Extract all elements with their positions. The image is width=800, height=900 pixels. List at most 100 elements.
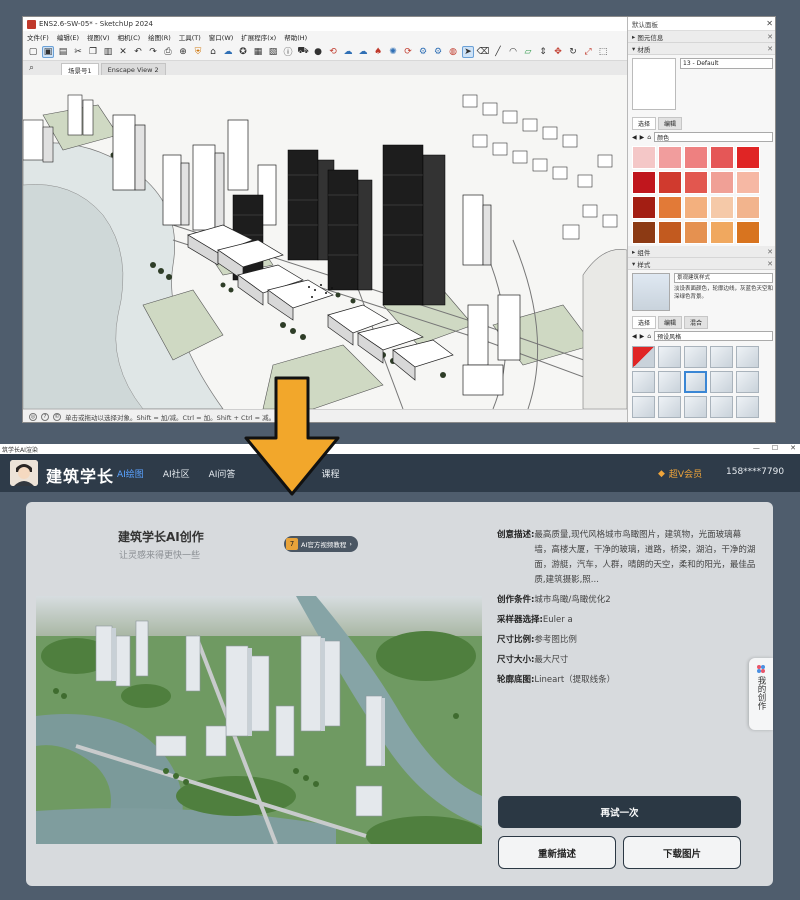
scene-tab-enscape-view[interactable]: Enscape View 2 xyxy=(100,63,166,75)
entity-info-section[interactable]: ▸ 图元信息 ✕ xyxy=(628,31,775,43)
color-swatch[interactable] xyxy=(736,146,760,169)
color-swatch[interactable] xyxy=(736,171,760,194)
account-icon[interactable]: ● xyxy=(312,46,324,58)
tray-close-icon[interactable]: ✕ xyxy=(766,19,773,28)
style-thumb[interactable] xyxy=(736,396,759,418)
material-name-field[interactable]: 13 - Default xyxy=(680,58,773,69)
style-thumb[interactable] xyxy=(710,396,733,418)
menu-tools[interactable]: 工具(T) xyxy=(179,32,201,42)
style-thumb[interactable] xyxy=(684,346,707,368)
menu-window[interactable]: 窗口(W) xyxy=(209,32,234,42)
cut-icon[interactable]: ✂ xyxy=(72,46,84,58)
eraser-tool-icon[interactable]: ⌫ xyxy=(477,46,490,58)
cloud-upload-icon[interactable]: ☁ xyxy=(222,46,234,58)
new-file-icon[interactable]: ▢ xyxy=(27,46,39,58)
nav-ai-qa[interactable]: AI问答 xyxy=(209,467,236,480)
model-viewport[interactable] xyxy=(23,75,627,409)
line-tool-icon[interactable]: ╱ xyxy=(492,46,504,58)
maximize-icon[interactable]: ☐ xyxy=(772,444,778,452)
close-icon[interactable]: ✕ xyxy=(767,248,773,256)
copy-icon[interactable]: ❐ xyxy=(87,46,99,58)
credits-icon[interactable]: © xyxy=(53,413,61,421)
nav-ai-drawing[interactable]: AI绘图 xyxy=(117,467,144,480)
close-icon[interactable]: ✕ xyxy=(767,260,773,268)
tab-select[interactable]: 选择 xyxy=(632,117,657,130)
checker-icon[interactable]: ▦ xyxy=(252,46,264,58)
scene-tab-1[interactable]: 场景号1 xyxy=(61,63,99,75)
redescribe-button[interactable]: 重新描述 xyxy=(498,836,616,869)
close-icon[interactable]: ✕ xyxy=(767,33,773,41)
materials-section[interactable]: ▾ 材质 ✕ xyxy=(628,43,775,55)
menu-file[interactable]: 文件(F) xyxy=(27,32,49,42)
color-swatch[interactable] xyxy=(632,196,656,219)
color-swatch[interactable] xyxy=(684,146,708,169)
add-location-icon[interactable]: ⊕ xyxy=(177,46,189,58)
retry-button[interactable]: 再试一次 xyxy=(498,796,741,828)
color-swatch[interactable] xyxy=(736,221,760,244)
info-icon[interactable]: ⓘ xyxy=(282,46,294,58)
nav-ai-community[interactable]: AI社区 xyxy=(163,467,190,480)
menu-help[interactable]: 帮助(H) xyxy=(284,32,307,42)
enscape-asset-icon[interactable]: ♠ xyxy=(372,46,384,58)
print-icon[interactable]: ⎙ xyxy=(162,46,174,58)
vip-badge[interactable]: ◆ 超V会员 xyxy=(658,467,702,481)
color-swatch[interactable] xyxy=(658,146,682,169)
styles-section[interactable]: ▾ 样式 ✕ xyxy=(628,258,775,270)
forward-icon[interactable]: ▶ xyxy=(640,333,645,340)
style-thumb[interactable] xyxy=(710,346,733,368)
style-thumb[interactable] xyxy=(632,371,655,393)
style-thumb[interactable] xyxy=(658,396,681,418)
offset-tool-icon[interactable]: ⬚ xyxy=(597,46,609,58)
cart-icon[interactable]: ⛟ xyxy=(297,46,309,58)
forward-icon[interactable]: ▶ xyxy=(640,134,645,141)
warehouse-icon[interactable]: ⌂ xyxy=(207,46,219,58)
select-tool-icon[interactable]: ➤ xyxy=(462,45,474,58)
minimize-icon[interactable]: — xyxy=(753,444,760,452)
enscape-cloud-icon[interactable]: ☁ xyxy=(342,46,354,58)
style-thumb-selected[interactable] xyxy=(684,371,707,393)
color-swatch[interactable] xyxy=(710,171,734,194)
close-icon[interactable]: ✕ xyxy=(767,45,773,53)
enscape-logo-icon[interactable]: ◍ xyxy=(447,46,459,58)
style-thumb[interactable] xyxy=(632,346,655,368)
enscape-view-icon[interactable]: ⚙ xyxy=(432,46,444,58)
tab-style-select[interactable]: 选择 xyxy=(632,316,657,329)
color-swatch[interactable] xyxy=(632,171,656,194)
my-creations-tab[interactable]: 我的创作 xyxy=(749,658,773,730)
arc-tool-icon[interactable]: ◠ xyxy=(507,46,519,58)
menu-edit[interactable]: 编辑(E) xyxy=(57,32,79,42)
style-thumb[interactable] xyxy=(684,396,707,418)
style-thumb[interactable] xyxy=(632,396,655,418)
color-swatch[interactable] xyxy=(658,221,682,244)
enscape-refresh-icon[interactable]: ⟳ xyxy=(402,46,414,58)
geo-location-icon[interactable]: ◎ xyxy=(29,413,37,421)
enscape-cloud-2-icon[interactable]: ☁ xyxy=(357,46,369,58)
color-swatch[interactable] xyxy=(632,146,656,169)
scale-tool-icon[interactable]: ⤢ xyxy=(582,46,594,58)
style-name-field[interactable]: 景观建筑样式 xyxy=(674,273,773,283)
color-swatch[interactable] xyxy=(658,196,682,219)
color-swatch[interactable] xyxy=(710,221,734,244)
color-swatch[interactable] xyxy=(710,196,734,219)
layout-icon[interactable]: ▧ xyxy=(267,46,279,58)
enscape-settings-icon[interactable]: ⚙ xyxy=(417,46,429,58)
download-image-button[interactable]: 下载图片 xyxy=(623,836,741,869)
erase-icon[interactable]: ✕ xyxy=(117,46,129,58)
shield-icon[interactable]: ⛨ xyxy=(192,46,204,58)
materials-library-select[interactable]: 颜色 xyxy=(654,132,773,142)
paste-icon[interactable]: ▥ xyxy=(102,46,114,58)
close-icon[interactable]: ✕ xyxy=(790,444,796,452)
menu-extensions[interactable]: 扩展程序(x) xyxy=(241,32,276,42)
menu-draw[interactable]: 绘图(R) xyxy=(148,32,171,42)
menu-view[interactable]: 视图(V) xyxy=(87,32,110,42)
open-file-icon[interactable]: ▣ xyxy=(42,45,54,58)
enscape-sync-icon[interactable]: ⟲ xyxy=(327,46,339,58)
color-swatch[interactable] xyxy=(684,171,708,194)
user-phone[interactable]: 158****7790 xyxy=(726,467,784,477)
color-swatch[interactable] xyxy=(684,221,708,244)
back-icon[interactable]: ◀ xyxy=(632,333,637,340)
redo-icon[interactable]: ↷ xyxy=(147,46,159,58)
home-icon[interactable]: ⌂ xyxy=(647,134,651,141)
style-thumb[interactable] xyxy=(710,371,733,393)
color-swatch[interactable] xyxy=(658,171,682,194)
